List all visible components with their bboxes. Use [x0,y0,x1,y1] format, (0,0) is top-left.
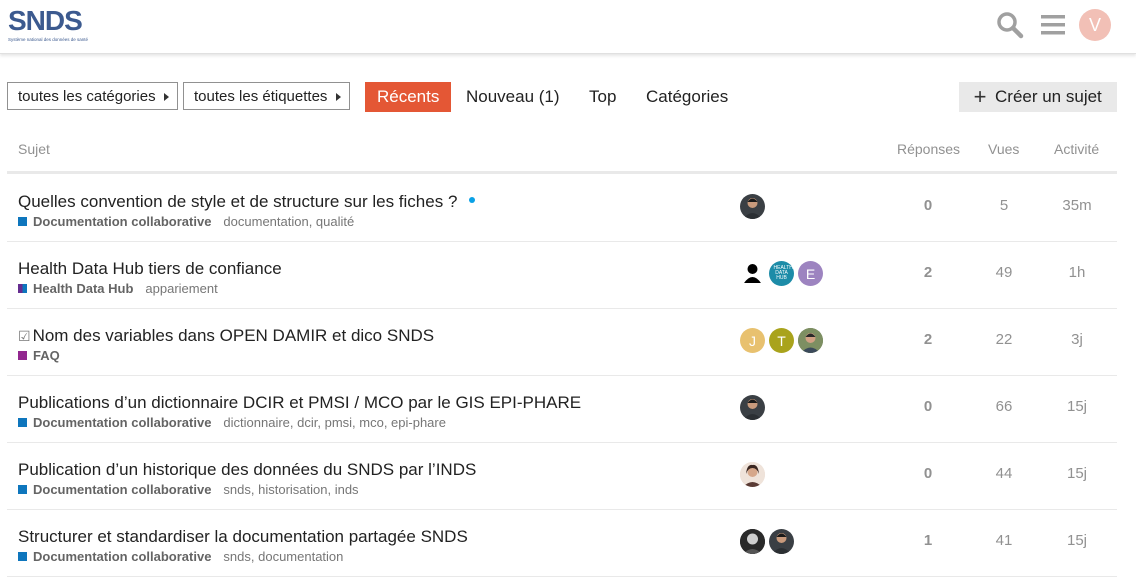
reply-count: 1 [923,532,933,549]
hdh-avatar-text: HEALTH DATA HUB [773,265,793,281]
topic-row[interactable]: Publications d’un dictionnaire DCIR et P… [7,375,1117,443]
user-avatar-photo[interactable] [740,194,765,219]
topic-posters [740,529,798,555]
user-avatar-e[interactable]: E [798,261,823,286]
tags-dropdown-label: toutes les étiquettes [194,87,328,105]
category-badge[interactable]: Documentation collaborative [33,415,211,430]
user-avatar-j[interactable]: J [740,328,765,353]
topic-posters: HEALTH DATA HUB E [740,261,827,287]
view-count: 41 [995,532,1013,549]
topic-meta: Health Data Hub appariement [18,281,218,296]
topic-posters [740,194,769,220]
activity-time[interactable]: 1h [1039,264,1115,281]
topic-posters: J T [740,328,827,354]
topic-row[interactable]: Publication d’un historique des données … [7,442,1117,510]
unread-dot [469,196,476,203]
activity-time[interactable]: 15j [1039,398,1115,415]
category-badge[interactable]: Documentation collaborative [33,482,211,497]
column-header-topic[interactable]: Sujet [18,141,50,157]
column-header-activity[interactable]: Activité [1054,141,1099,157]
activity-time[interactable]: 15j [1039,465,1115,482]
topic-title-link[interactable]: Publication d’un historique des données … [18,460,476,480]
user-avatar-photo[interactable] [740,395,765,420]
topic-meta: Documentation collaborative documentatio… [18,214,354,229]
checkbox-icon: ☑ [18,328,31,344]
tab-top[interactable]: Top [589,82,616,112]
tags-dropdown[interactable]: toutes les étiquettes [183,82,350,110]
category-badge[interactable]: Health Data Hub [33,281,133,296]
topic-meta: Documentation collaborative dictionnaire… [18,415,446,430]
topic-title-link[interactable]: Health Data Hub tiers de confiance [18,259,282,279]
activity-time[interactable]: 3j [1039,331,1115,348]
health-data-hub-avatar[interactable]: HEALTH DATA HUB [769,261,794,286]
user-avatar-photo[interactable] [798,328,823,353]
column-header-replies[interactable]: Réponses [897,141,960,157]
caret-right-icon [164,93,169,101]
user-avatar-photo[interactable] [740,529,765,554]
topic-posters [740,462,769,488]
snds-logo[interactable]: SNDS Système national des données de san… [8,7,98,47]
topic-navigation: toutes les catégories toutes les étiquet… [0,80,1136,114]
view-count: 66 [995,398,1013,415]
plus-icon: + [973,84,987,109]
user-avatar[interactable]: V [1079,9,1111,41]
topic-title-link[interactable]: Structurer et standardiser la documentat… [18,527,468,547]
user-avatar-photo[interactable] [740,462,765,487]
user-avatar-silhouette[interactable] [740,261,765,286]
topic-title-link[interactable]: Publications d’un dictionnaire DCIR et P… [18,393,581,413]
view-count: 44 [995,465,1013,482]
category-badge[interactable]: Documentation collaborative [33,214,211,229]
category-badge[interactable]: FAQ [33,348,60,363]
activity-time[interactable]: 15j [1039,532,1115,549]
reply-count: 2 [923,264,933,281]
reply-count: 2 [923,331,933,348]
category-color-square [18,552,27,561]
hamburger-menu-icon[interactable] [1038,10,1068,40]
logo-text: SNDS [8,5,83,36]
tab-recents[interactable]: Récents [365,82,452,112]
category-color-square [18,217,27,226]
topic-tags[interactable]: appariement [145,281,217,296]
category-color-square [18,284,27,293]
create-topic-button[interactable]: + Créer un sujet [959,82,1117,112]
topic-posters [740,395,769,421]
category-color-square [18,485,27,494]
topic-tags[interactable]: snds, documentation [223,549,343,564]
topic-title-link[interactable]: Quelles convention de style et de struct… [18,192,476,212]
category-color-square [18,351,27,360]
site-header: SNDS Système national des données de san… [0,0,1136,54]
view-count: 49 [995,264,1013,281]
topic-title-link[interactable]: ☑ Nom des variables dans OPEN DAMIR et di… [18,326,434,346]
caret-right-icon [336,93,341,101]
activity-time[interactable]: 35m [1039,197,1115,214]
topic-meta: FAQ [18,348,60,363]
category-color-square [18,418,27,427]
user-avatar-t[interactable]: T [769,328,794,353]
topic-meta: Documentation collaborative snds, histor… [18,482,359,497]
category-badge[interactable]: Documentation collaborative [33,549,211,564]
reply-count: 0 [923,197,933,214]
column-header-views[interactable]: Vues [988,141,1019,157]
topic-row[interactable]: Structurer et standardiser la documentat… [7,509,1117,577]
tab-categories[interactable]: Catégories [646,82,728,112]
categories-dropdown[interactable]: toutes les catégories [7,82,178,110]
topic-tags[interactable]: snds, historisation, inds [223,482,358,497]
search-icon[interactable] [995,10,1025,40]
user-avatar-photo[interactable] [769,529,794,554]
create-topic-label: Créer un sujet [995,87,1102,106]
topic-row[interactable]: ☑ Nom des variables dans OPEN DAMIR et di… [7,308,1117,376]
reply-count: 0 [923,398,933,415]
categories-dropdown-label: toutes les catégories [18,87,156,105]
topic-row[interactable]: Health Data Hub tiers de confiance Healt… [7,241,1117,309]
topic-meta: Documentation collaborative snds, docume… [18,549,343,564]
view-count: 22 [995,331,1013,348]
view-count: 5 [999,197,1009,214]
topic-row[interactable]: Quelles convention de style et de struct… [7,174,1117,242]
tab-nouveau[interactable]: Nouveau (1) [466,82,560,112]
topic-tags[interactable]: dictionnaire, dcir, pmsi, mco, epi-phare [223,415,446,430]
reply-count: 0 [923,465,933,482]
logo-subtitle: Système national des données de santé [8,37,89,42]
topic-tags[interactable]: documentation, qualité [223,214,354,229]
